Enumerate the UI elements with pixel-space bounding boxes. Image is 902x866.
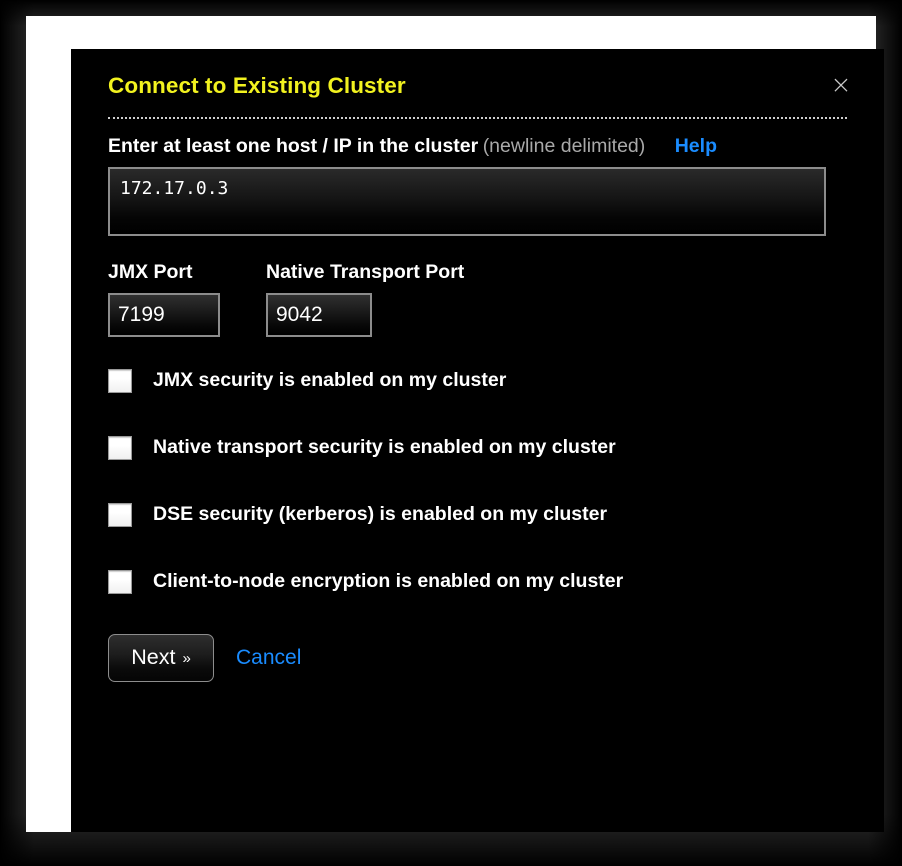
host-field-label: Enter at least one host / IP in the clus…: [108, 134, 479, 157]
cancel-link[interactable]: Cancel: [236, 646, 301, 670]
host-field-label-row: Enter at least one host / IP in the clus…: [108, 135, 847, 158]
checkbox-label-jmx-security: JMX security is enabled on my cluster: [153, 369, 507, 392]
jmx-port-label: JMX Port: [108, 260, 193, 283]
checkbox-label-client-to-node-encryption: Client-to-node encryption is enabled on …: [153, 570, 624, 593]
close-icon[interactable]: ×: [828, 72, 854, 99]
checkbox-label-native-transport-security: Native transport security is enabled on …: [153, 436, 616, 459]
screen: Connect to Existing Cluster × Enter at l…: [0, 0, 902, 866]
checkbox-row-dse-security[interactable]: DSE security (kerberos) is enabled on my…: [108, 501, 847, 529]
native-transport-port-input[interactable]: [266, 292, 372, 337]
help-link[interactable]: Help: [675, 135, 717, 157]
checkbox-dse-security[interactable]: [108, 502, 132, 527]
host-field-hint: (newline delimited): [482, 134, 646, 157]
connect-cluster-dialog: Connect to Existing Cluster × Enter at l…: [71, 49, 884, 832]
dialog-footer: Next » Cancel: [108, 633, 847, 682]
chevron-right-icon: »: [182, 650, 191, 668]
ports-input-row: [108, 292, 847, 337]
ports-label-row: JMX Port Native Transport Port: [108, 261, 847, 284]
header-divider: [108, 116, 847, 119]
checkbox-label-dse-security: DSE security (kerberos) is enabled on my…: [153, 503, 608, 526]
dialog-header: Connect to Existing Cluster ×: [71, 49, 884, 99]
native-transport-port-label: Native Transport Port: [266, 260, 465, 283]
checkbox-client-to-node-encryption[interactable]: [108, 569, 132, 594]
checkbox-row-jmx-security[interactable]: JMX security is enabled on my cluster: [108, 367, 847, 395]
dialog-body: Enter at least one host / IP in the clus…: [71, 135, 884, 682]
checkbox-row-client-to-node-encryption[interactable]: Client-to-node encryption is enabled on …: [108, 568, 847, 596]
checkbox-jmx-security[interactable]: [108, 368, 132, 393]
checkbox-native-transport-security[interactable]: [108, 435, 132, 460]
security-options-list: JMX security is enabled on my cluster Na…: [108, 367, 847, 596]
next-button[interactable]: Next »: [108, 633, 214, 682]
next-button-label: Next: [131, 645, 176, 670]
checkbox-row-native-transport-security[interactable]: Native transport security is enabled on …: [108, 434, 847, 462]
host-ip-input[interactable]: [108, 166, 826, 236]
jmx-port-input[interactable]: [108, 292, 220, 337]
dialog-frame: Connect to Existing Cluster × Enter at l…: [26, 16, 884, 832]
page-title: Connect to Existing Cluster: [108, 73, 406, 98]
